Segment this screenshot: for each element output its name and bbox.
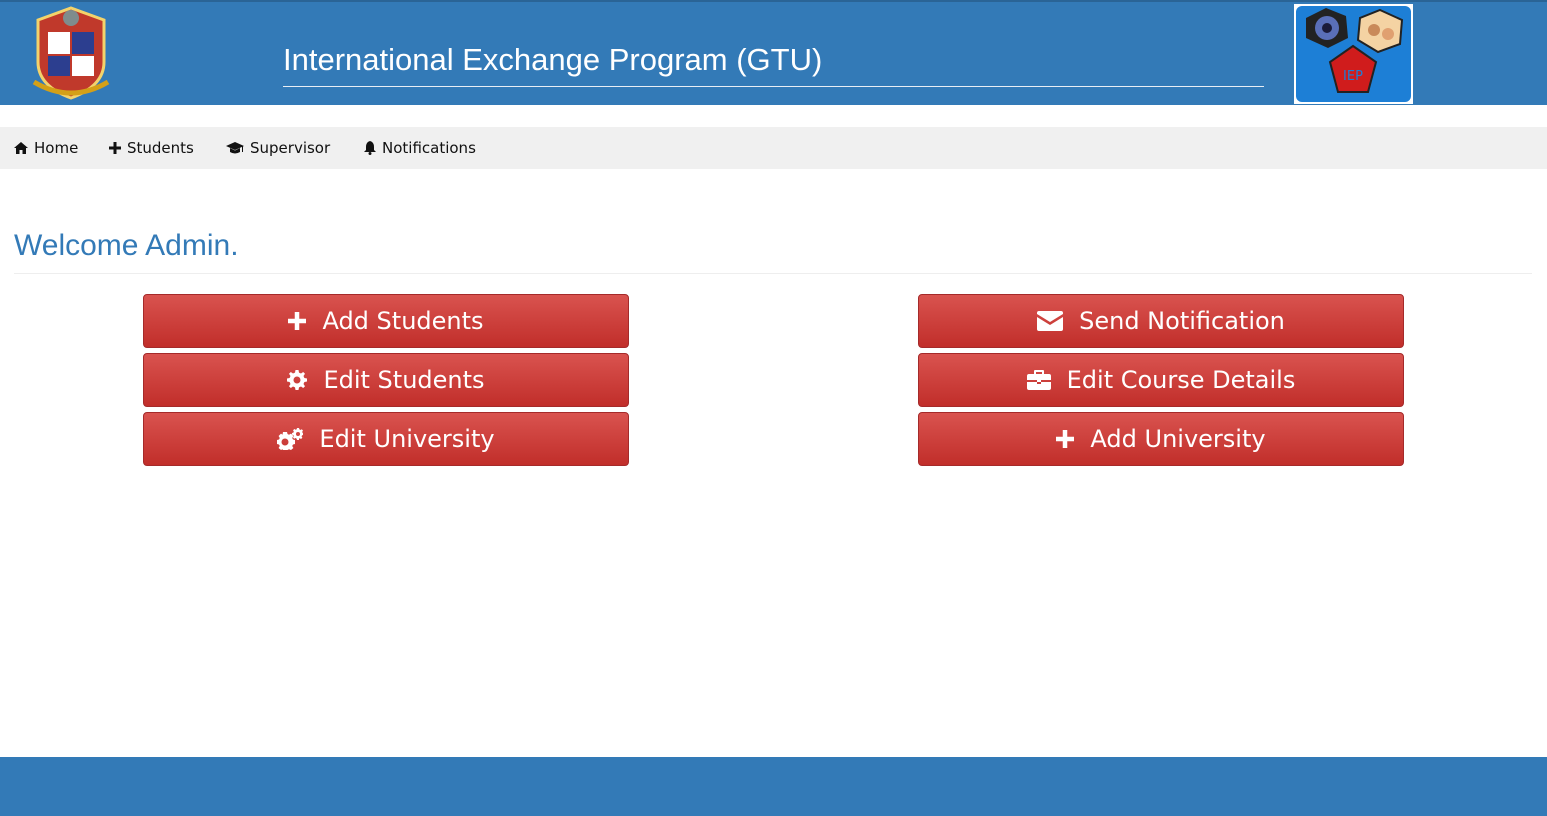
plus-icon [109, 142, 121, 154]
nav-students[interactable]: Students [109, 127, 194, 169]
nav-notifications-label: Notifications [382, 139, 476, 157]
edit-course-details-button[interactable]: Edit Course Details [918, 353, 1404, 407]
edit-students-label: Edit Students [323, 366, 485, 394]
add-students-button[interactable]: Add Students [143, 294, 629, 348]
bell-icon [364, 141, 376, 155]
nav-home[interactable]: Home [14, 127, 78, 169]
nav-supervisor[interactable]: Supervisor [226, 127, 330, 169]
plus-icon [1056, 430, 1075, 448]
welcome-heading: Welcome Admin. [14, 229, 239, 262]
page-title: International Exchange Program (GTU) [283, 42, 823, 77]
add-university-button[interactable]: Add University [918, 412, 1404, 466]
navbar: Home Students Supervisor Notifications [0, 127, 1547, 169]
envelope-icon [1037, 311, 1064, 331]
nav-notifications[interactable]: Notifications [364, 127, 476, 169]
iep-logo: IEP [1294, 4, 1413, 104]
header: International Exchange Program (GTU) IEP [0, 0, 1547, 105]
edit-university-label: Edit University [319, 425, 495, 453]
gear-icon [287, 370, 308, 390]
graduation-cap-icon [226, 142, 244, 154]
briefcase-icon [1026, 370, 1051, 390]
nav-home-label: Home [34, 139, 79, 157]
nav-supervisor-label: Supervisor [250, 139, 331, 157]
gears-icon [277, 428, 304, 450]
add-students-label: Add Students [322, 307, 484, 335]
divider [14, 273, 1532, 274]
gtu-logo [28, 4, 114, 102]
edit-students-button[interactable]: Edit Students [143, 353, 629, 407]
add-university-label: Add University [1090, 425, 1266, 453]
edit-university-button[interactable]: Edit University [143, 412, 629, 466]
send-notification-button[interactable]: Send Notification [918, 294, 1404, 348]
footer [0, 757, 1547, 816]
home-icon [14, 142, 28, 154]
plus-icon [288, 312, 307, 330]
title-underline: International Exchange Program (GTU) [283, 40, 1264, 87]
send-notification-label: Send Notification [1079, 307, 1285, 335]
iep-logo-text: IEP [1343, 69, 1363, 84]
edit-course-details-label: Edit Course Details [1066, 366, 1296, 394]
nav-students-label: Students [127, 139, 194, 157]
